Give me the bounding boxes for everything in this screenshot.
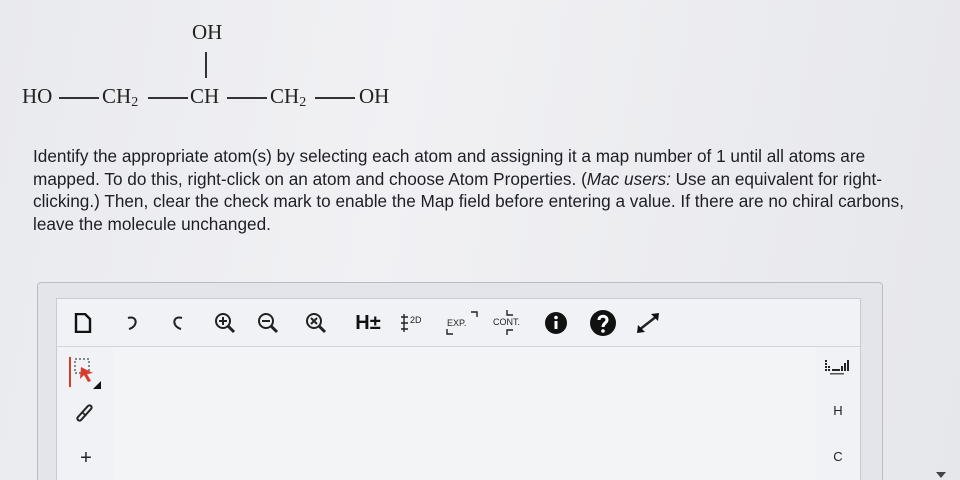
redo-icon[interactable] [165, 311, 189, 335]
contract-button[interactable]: CONT. [489, 310, 531, 335]
drawing-canvas[interactable] [113, 347, 816, 480]
eraser-icon[interactable] [74, 401, 98, 425]
zoom-reset-icon[interactable] [304, 311, 328, 335]
question-instructions: Identify the appropriate atom(s) by sele… [33, 146, 904, 234]
element-toolbar: H C [816, 347, 860, 480]
new-document-icon[interactable] [71, 311, 95, 335]
element-h-button[interactable]: H [828, 403, 848, 418]
top-hydroxyl-label: OH [192, 20, 223, 44]
atom-oh-right: OH [359, 84, 390, 108]
atom-ch-center: CH [190, 84, 220, 108]
selection-tool-icon[interactable] [67, 355, 103, 391]
molecule-structure: OH HO CH2 CH CH2 OH [22, 18, 422, 118]
molecule-editor: H± 2D EXP. CONT. + H C [56, 298, 861, 480]
undo-icon[interactable] [121, 311, 145, 335]
vertical-bond [205, 52, 207, 78]
clean-2d-button[interactable]: 2D [397, 311, 427, 335]
bond-4 [315, 97, 355, 99]
svg-text:2D: 2D [410, 315, 422, 325]
info-icon[interactable] [544, 311, 568, 335]
periodic-table-icon[interactable] [824, 357, 850, 377]
scroll-down-arrow-icon[interactable] [936, 472, 946, 478]
expand-button[interactable]: EXP. [443, 311, 483, 335]
atom-ho-left: HO [22, 84, 53, 108]
atom-ch2-right: CH2 [270, 84, 307, 110]
zoom-out-icon[interactable] [256, 311, 280, 335]
bond-2 [148, 97, 188, 99]
help-icon[interactable] [589, 310, 617, 336]
add-charge-button[interactable]: + [76, 447, 96, 470]
fullscreen-icon[interactable] [633, 311, 663, 335]
atom-ch2-left: CH2 [102, 84, 139, 110]
bond-1 [59, 97, 99, 99]
left-toolbar: + [57, 347, 113, 480]
element-c-button[interactable]: C [828, 449, 848, 464]
zoom-in-icon[interactable] [213, 311, 237, 335]
svg-text:EXP.: EXP. [447, 318, 466, 328]
editor-toolbar: H± 2D EXP. CONT. [57, 299, 860, 347]
svg-text:CONT.: CONT. [493, 317, 520, 327]
bond-3 [227, 97, 267, 99]
hydrogen-toggle-button[interactable]: H± [351, 311, 385, 335]
